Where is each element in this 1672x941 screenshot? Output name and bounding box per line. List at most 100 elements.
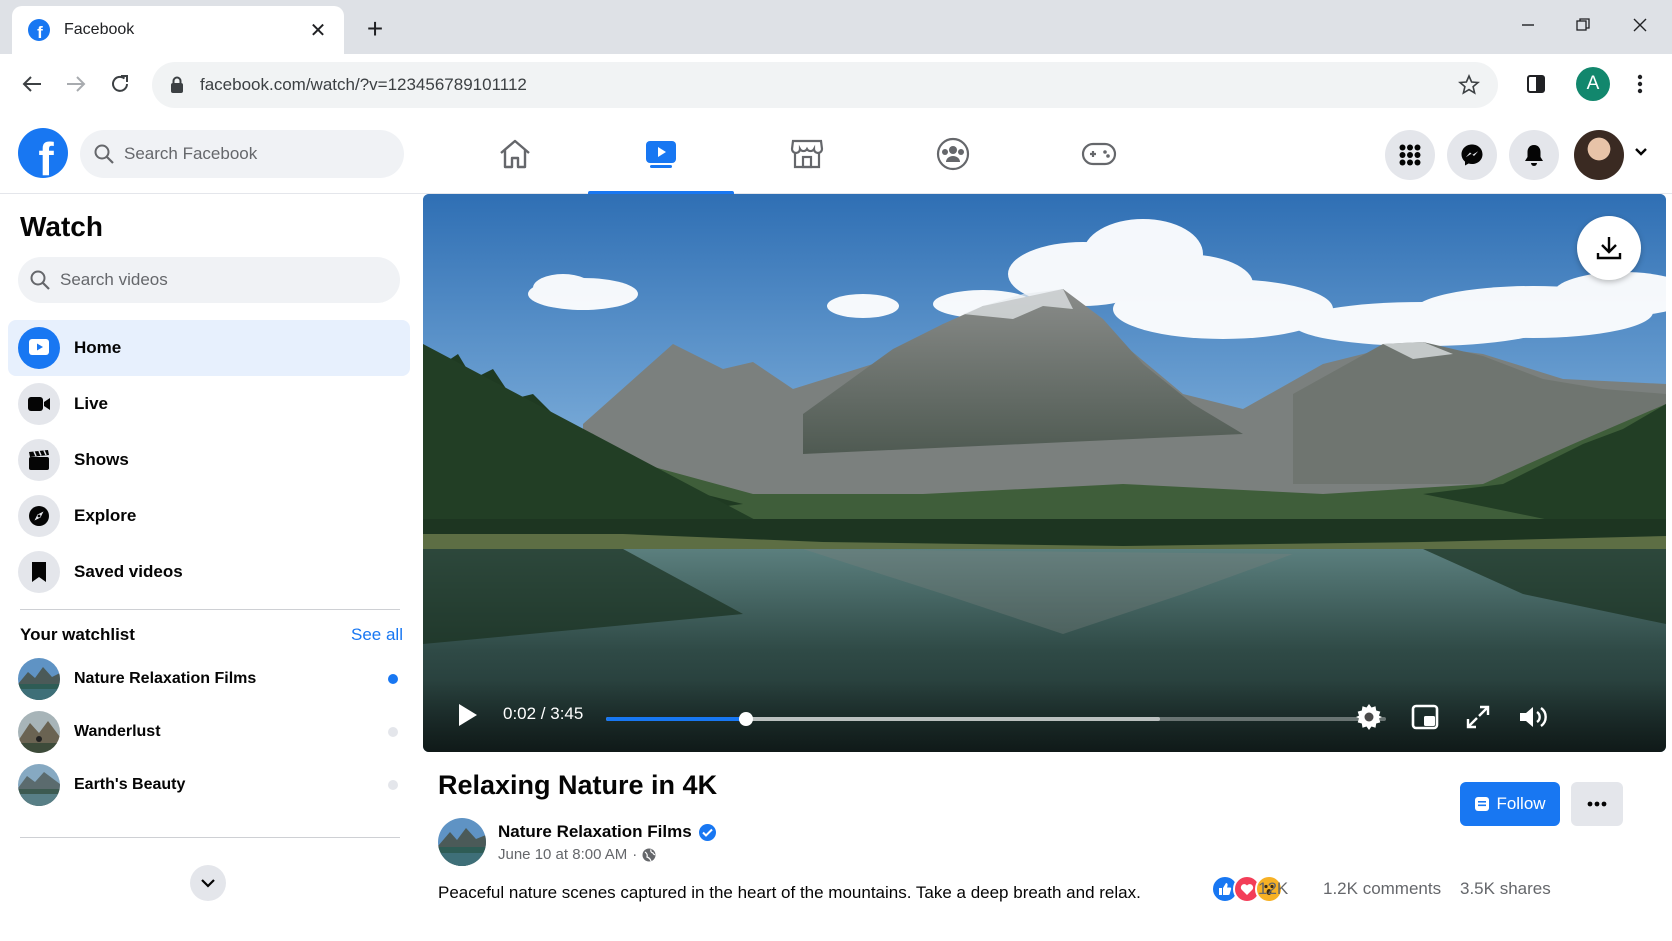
tab-watch[interactable] [588,114,734,195]
sidebar-title: Watch [20,211,103,242]
follow-icon [1475,797,1490,811]
watch-play-icon [18,327,60,369]
channel-avatar [18,764,60,806]
channel-avatar [18,711,60,753]
chevron-down-icon[interactable] [1634,144,1648,162]
home-icon [500,139,530,169]
bookmark-icon [18,551,60,593]
sidebar-item-label: Home [74,338,122,357]
tab-title: Facebook [64,21,135,38]
forward-icon[interactable] [60,68,92,100]
watch-sidebar: Watch Search videos Home Live Shows Expl… [0,195,420,941]
tab-close-icon[interactable]: ✕ [306,18,330,43]
volume-icon[interactable] [1516,700,1550,734]
browser-menu-icon[interactable] [1624,68,1656,100]
sidebar-item-explore[interactable]: Explore [8,488,410,544]
user-avatar[interactable] [1574,130,1624,180]
expand-watchlist-button[interactable] [190,865,226,901]
compass-icon [18,495,60,537]
facebook-header: f Search Facebook [0,114,1672,195]
tab-gaming[interactable] [1026,114,1172,194]
settings-icon[interactable] [1352,700,1386,734]
facebook-favicon-icon: f [28,19,50,41]
sidebar-item-saved-videos[interactable]: Saved videos [8,544,410,600]
video-search-placeholder: Search videos [60,270,168,289]
video-search-input[interactable]: Search videos [18,257,400,303]
clapperboard-icon [18,439,60,481]
progress-bar[interactable] [606,712,1386,726]
facebook-search-input[interactable]: Search Facebook [80,130,404,178]
watchlist-item-nature-relaxation-films[interactable]: Nature Relaxation Films [18,654,404,704]
video-camera-icon [18,383,60,425]
sidebar-item-label: Explore [74,506,137,525]
new-tab-icon[interactable]: + [360,14,390,44]
meta-separator: · [632,846,638,863]
sidebar-item-shows[interactable]: Shows [8,432,410,488]
miniplayer-icon[interactable] [1408,700,1442,734]
read-dot [388,780,398,790]
facebook-logo-icon[interactable]: f [18,128,68,178]
minimize-icon[interactable] [1508,10,1548,40]
player-controls: 0:02 / 3:45 [423,680,1666,752]
video-description: Peaceful nature scenes captured in the h… [438,883,1141,902]
sidebar-item-label: Saved videos [74,562,183,581]
watch-play-icon [646,141,676,168]
search-icon [94,144,114,164]
tab-marketplace[interactable] [734,114,880,194]
fullscreen-icon[interactable] [1461,700,1495,734]
browser-toolbar: facebook.com/watch/?v=123456789101112 A [0,54,1672,114]
browser-profile-avatar[interactable]: A [1576,67,1610,101]
watchlist-item-wanderlust[interactable]: Wanderlust [18,707,404,757]
more-horizontal-icon [1587,801,1607,807]
sidebar-item-label: Live [74,394,109,413]
search-icon [30,270,50,290]
scrubber-handle[interactable] [739,712,754,726]
lock-icon [171,76,183,93]
gaming-icon [1081,142,1117,166]
shares-count[interactable]: 3.5K shares [1460,879,1551,899]
verified-badge-icon [698,823,716,841]
address-bar[interactable]: facebook.com/watch/?v=123456789101112 [152,62,1498,108]
download-button[interactable] [1577,216,1641,280]
tab-groups[interactable] [880,114,1026,194]
side-panel-icon[interactable] [1520,68,1552,100]
channel-name-text: Nature Relaxation Films [498,822,692,841]
sidebar-item-home[interactable]: Home [8,320,410,376]
sidebar-divider [20,837,400,838]
back-icon[interactable] [16,68,48,100]
more-options-button[interactable] [1571,782,1623,826]
progress-fill [606,717,747,721]
play-button[interactable] [457,702,479,733]
post-timestamp[interactable]: June 10 at 8:00 AM [498,846,627,863]
play-icon [459,704,477,726]
bookmark-star-icon[interactable] [1458,74,1480,96]
notifications-button[interactable] [1509,130,1559,180]
watchlist-item-label: Nature Relaxation Films [74,670,257,687]
menu-grid-button[interactable] [1385,130,1435,180]
sidebar-divider [20,609,400,610]
unread-dot [388,674,398,684]
tab-home[interactable] [442,114,588,194]
groups-icon [936,137,970,171]
watchlist-item-earths-beauty[interactable]: Earth's Beauty [18,760,404,810]
close-window-icon[interactable] [1620,10,1660,40]
comments-count[interactable]: 1.2K comments [1323,879,1441,899]
see-all-link[interactable]: See all [351,625,403,645]
sidebar-item-label: Shows [74,450,129,469]
channel-avatar [18,658,60,700]
reload-icon[interactable] [104,68,136,100]
follow-button[interactable]: Follow [1460,782,1560,826]
restore-icon[interactable] [1563,10,1603,40]
watchlist-item-label: Wanderlust [74,723,161,740]
video-player[interactable]: 0:02 / 3:45 [423,194,1666,752]
search-placeholder: Search Facebook [124,144,258,163]
reactions-count[interactable]: 12K [1258,879,1288,899]
video-title: Relaxing Nature in 4K [438,770,718,800]
post-meta: June 10 at 8:00 AM · [498,846,656,863]
browser-tab[interactable]: f Facebook ✕ [12,6,344,54]
download-icon [1596,237,1622,260]
channel-name[interactable]: Nature Relaxation Films [498,822,716,842]
channel-avatar[interactable] [438,818,486,866]
sidebar-item-live[interactable]: Live [8,376,410,432]
messenger-button[interactable] [1447,130,1497,180]
